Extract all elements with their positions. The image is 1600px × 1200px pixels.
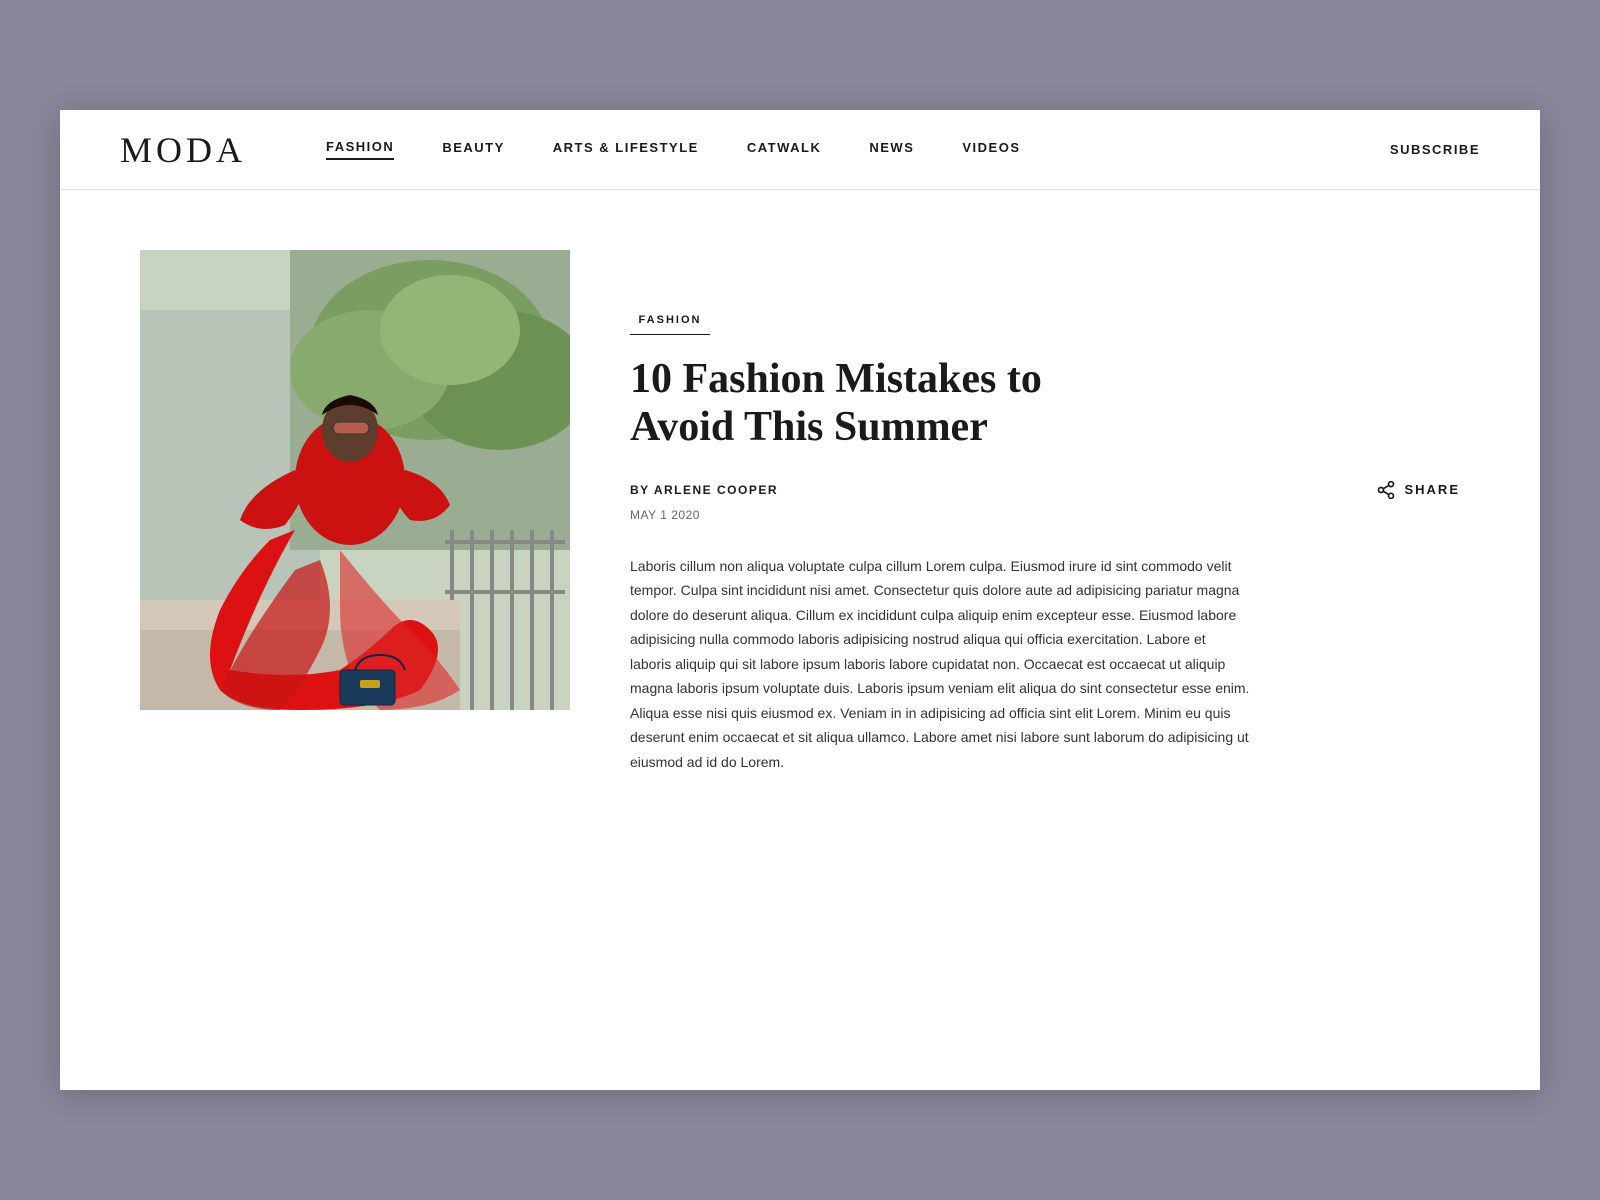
article-content: FASHION 10 Fashion Mistakes to Avoid Thi… [630,250,1460,774]
browser-window: MODA FASHION BEAUTY ARTS & LIFESTYLE CAT… [60,110,1540,1090]
nav-item-arts[interactable]: ARTS & LIFESTYLE [553,140,699,159]
subscribe-button[interactable]: SUBSCRIBE [1390,142,1480,157]
article-meta: BY ARLENE COOPER SHARE [630,480,1460,500]
article-container: FASHION 10 Fashion Mistakes to Avoid Thi… [60,190,1540,834]
nav-item-beauty[interactable]: BEAUTY [442,140,504,159]
article-image [140,250,570,710]
nav-item-fashion[interactable]: FASHION [326,139,394,160]
share-icon [1376,480,1396,500]
nav-item-videos[interactable]: VIDEOS [962,140,1020,159]
share-button[interactable]: SHARE [1376,480,1460,500]
article-category: FASHION [630,314,710,335]
article-author: BY ARLENE COOPER [630,483,778,497]
nav-item-news[interactable]: NEWS [869,140,914,159]
article-photo [140,250,570,710]
site-logo[interactable]: MODA [120,129,246,171]
nav-item-catwalk[interactable]: CATWALK [747,140,822,159]
nav-links: FASHION BEAUTY ARTS & LIFESTYLE CATWALK … [326,139,1390,160]
article-title: 10 Fashion Mistakes to Avoid This Summer [630,355,1130,452]
article-date: MAY 1 2020 [630,508,1460,522]
share-label: SHARE [1404,482,1460,497]
article-body: Laboris cillum non aliqua voluptate culp… [630,554,1250,775]
navigation: MODA FASHION BEAUTY ARTS & LIFESTYLE CAT… [60,110,1540,190]
